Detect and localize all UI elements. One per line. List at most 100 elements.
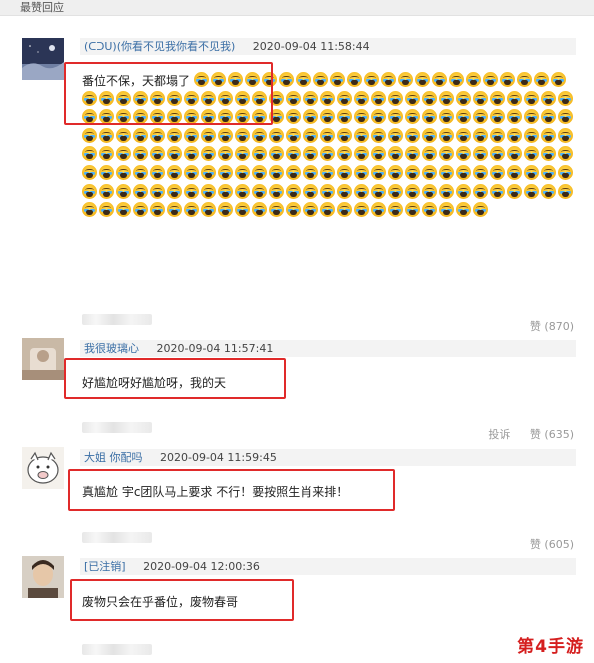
crying-face-icon	[82, 164, 97, 180]
username-link[interactable]: [已注销]	[84, 560, 126, 573]
crying-face-icon	[551, 72, 567, 87]
crying-face-icon	[422, 146, 437, 162]
report-button[interactable]: 投诉	[488, 428, 510, 441]
crying-face-icon	[490, 164, 505, 180]
username-link[interactable]: (ᑕᑐᑌ)(你看不见我你看不见我)	[84, 40, 235, 53]
crying-face-icon	[405, 202, 420, 218]
blurred-strip	[82, 422, 152, 433]
crying-face-icon	[116, 146, 131, 162]
crying-face-icon	[388, 90, 403, 106]
crying-face-icon	[517, 72, 533, 87]
crying-face-icon	[371, 202, 386, 218]
comment-actions: 赞 (605)	[514, 536, 574, 552]
crying-face-icon	[252, 202, 267, 218]
crying-face-icon	[388, 164, 403, 180]
crying-face-icon	[303, 183, 318, 199]
crying-face-icon	[558, 90, 573, 106]
crying-face-icon	[354, 183, 369, 199]
avatar[interactable]	[22, 556, 64, 598]
crying-face-icon	[405, 127, 420, 143]
crying-face-icon	[439, 90, 454, 106]
crying-face-icon	[490, 90, 505, 106]
crying-face-icon	[320, 183, 335, 199]
username-link[interactable]: 大姐 你配吗	[84, 451, 143, 464]
crying-face-icon	[133, 127, 148, 143]
crying-face-icon	[184, 127, 199, 143]
crying-face-icon	[150, 146, 165, 162]
crying-face-icon	[133, 183, 148, 199]
crying-face-icon	[456, 127, 471, 143]
crying-face-icon	[150, 127, 165, 143]
crying-face-icon	[507, 164, 522, 180]
like-button[interactable]: 赞 (605)	[530, 538, 574, 551]
crying-face-icon	[286, 183, 301, 199]
crying-face-icon	[150, 164, 165, 180]
avatar[interactable]	[22, 338, 64, 380]
crying-face-icon	[354, 127, 369, 143]
crying-face-icon	[337, 183, 352, 199]
crying-face-icon	[381, 72, 397, 87]
comment-meta: 我很玻璃心 2020-09-04 11:57:41	[80, 340, 576, 357]
site-watermark: 第4手游	[517, 637, 584, 657]
crying-face-icon	[218, 127, 233, 143]
comment-actions: 赞 (870)	[514, 318, 574, 334]
crying-face-icon	[337, 127, 352, 143]
crying-face-icon	[235, 164, 250, 180]
crying-face-icon	[439, 146, 454, 162]
crying-face-icon	[534, 72, 550, 87]
crying-face-icon	[558, 183, 573, 199]
crying-face-icon	[473, 127, 488, 143]
crying-face-icon	[354, 109, 369, 125]
crying-face-icon	[201, 183, 216, 199]
crying-face-icon	[388, 202, 403, 218]
highlight-box	[64, 62, 273, 125]
crying-face-icon	[286, 202, 301, 218]
crying-face-icon	[269, 202, 284, 218]
username-link[interactable]: 我很玻璃心	[84, 342, 139, 355]
crying-face-icon	[99, 202, 114, 218]
crying-face-icon	[405, 146, 420, 162]
crying-face-icon	[235, 127, 250, 143]
crying-face-icon	[82, 146, 97, 162]
crying-face-icon	[82, 127, 97, 143]
crying-face-icon	[116, 202, 131, 218]
crying-face-icon	[473, 183, 488, 199]
crying-face-icon	[303, 90, 318, 106]
crying-face-icon	[167, 146, 182, 162]
comment-1: (ᑕᑐᑌ)(你看不见我你看不见我) 2020-09-04 11:58:44 番位…	[0, 0, 594, 333]
crying-face-icon	[541, 146, 556, 162]
crying-face-icon	[558, 146, 573, 162]
crying-face-icon	[252, 127, 267, 143]
crying-face-icon	[473, 164, 488, 180]
crying-face-icon	[456, 90, 471, 106]
crying-face-icon	[405, 90, 420, 106]
crying-face-icon	[269, 146, 284, 162]
crying-face-icon	[167, 183, 182, 199]
crying-face-icon	[405, 164, 420, 180]
crying-face-icon	[252, 146, 267, 162]
avatar[interactable]	[22, 447, 64, 489]
like-button[interactable]: 赞 (635)	[530, 428, 574, 441]
crying-face-icon	[296, 72, 312, 87]
crying-face-icon	[337, 146, 352, 162]
crying-face-icon	[507, 109, 522, 125]
crying-face-icon	[388, 127, 403, 143]
crying-face-icon	[99, 127, 114, 143]
crying-face-icon	[184, 164, 199, 180]
crying-face-icon	[439, 127, 454, 143]
crying-face-icon	[184, 146, 199, 162]
crying-face-icon	[167, 127, 182, 143]
crying-face-icon	[320, 109, 335, 125]
crying-face-icon	[337, 202, 352, 218]
crying-face-icon	[303, 202, 318, 218]
crying-face-icon	[116, 183, 131, 199]
crying-face-icon	[303, 146, 318, 162]
crying-face-icon	[449, 72, 465, 87]
like-button[interactable]: 赞 (870)	[530, 320, 574, 333]
crying-face-icon	[405, 109, 420, 125]
crying-face-icon	[422, 127, 437, 143]
avatar[interactable]	[22, 38, 64, 80]
crying-face-icon	[507, 90, 522, 106]
crying-face-icon	[422, 183, 437, 199]
crying-face-icon	[313, 72, 329, 87]
